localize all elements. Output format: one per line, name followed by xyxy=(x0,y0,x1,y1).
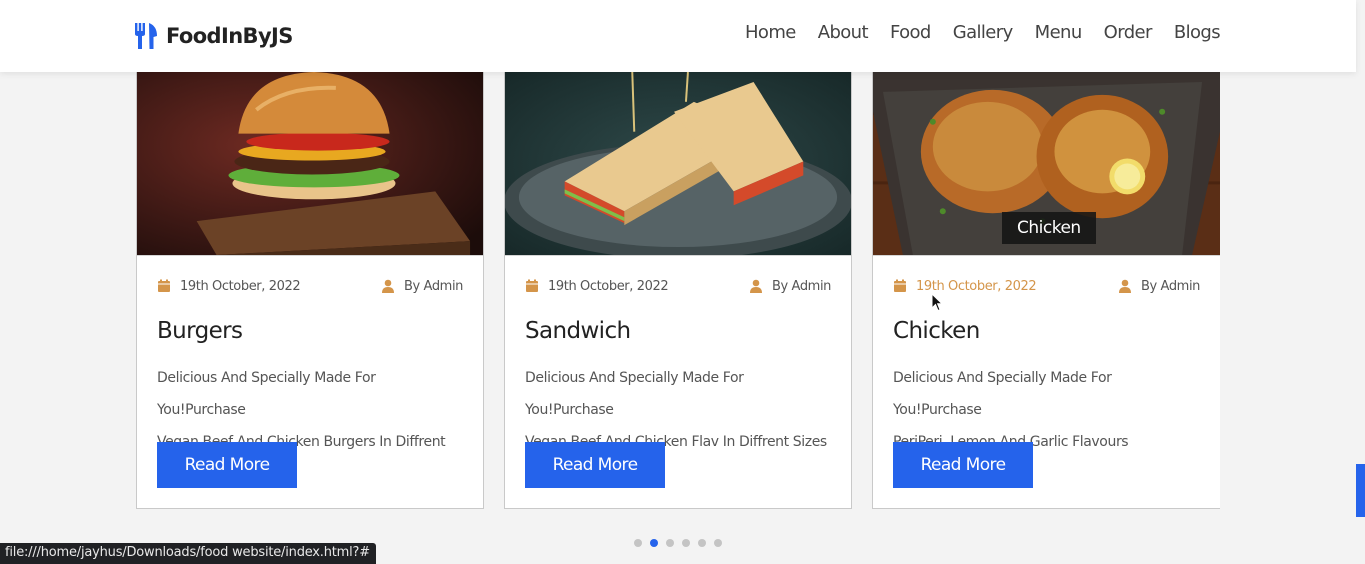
blog-card-burgers: 19th October, 2022 By Admin Burgers Deli… xyxy=(136,72,484,509)
user-icon xyxy=(750,279,763,293)
image-hover-label: Chicken xyxy=(1002,212,1096,244)
calendar-icon xyxy=(526,279,538,292)
blog-card-chicken: Chicken 19th October, 2022 By Admin Chic… xyxy=(872,72,1220,509)
pagination-dot[interactable] xyxy=(682,539,690,547)
pagination-dot[interactable] xyxy=(714,539,722,547)
scroll-to-top-button[interactable] xyxy=(1356,464,1365,517)
read-more-button[interactable]: Read More xyxy=(157,442,297,488)
browser-status-bar: file:///home/jayhus/Downloads/food websi… xyxy=(0,543,376,564)
logo-text: FoodInByJS xyxy=(166,24,293,48)
date-link[interactable]: 19th October, 2022 xyxy=(525,278,669,294)
read-more-button[interactable]: Read More xyxy=(525,442,665,488)
card-desc-line: Delicious And Specially Made For You!Pur… xyxy=(893,370,1112,418)
chicken-image: Chicken xyxy=(873,72,1220,256)
card-title: Sandwich xyxy=(525,318,631,344)
main-nav: Home About Food Gallery Menu Order Blogs xyxy=(745,22,1221,43)
author-info: By Admin xyxy=(749,279,831,294)
site-header: FoodInByJS Home About Food Gallery Menu … xyxy=(0,0,1356,72)
user-icon xyxy=(382,279,395,293)
author-info: By Admin xyxy=(381,279,463,294)
card-desc-line: Delicious And Specially Made For You!Pur… xyxy=(157,370,376,418)
blog-card-sandwich: 19th October, 2022 By Admin Sandwich Del… xyxy=(504,72,852,509)
pagination-dot[interactable] xyxy=(666,539,674,547)
card-date: 19th October, 2022 xyxy=(180,278,301,294)
card-author: By Admin xyxy=(1141,278,1200,294)
card-meta: 19th October, 2022 By Admin xyxy=(525,277,831,295)
carousel-pagination xyxy=(634,539,722,547)
nav-about[interactable]: About xyxy=(818,22,869,43)
date-link[interactable]: 19th October, 2022 xyxy=(157,278,301,294)
nav-gallery[interactable]: Gallery xyxy=(953,22,1014,43)
card-title: Chicken xyxy=(893,318,980,344)
calendar-icon xyxy=(894,279,906,292)
site-logo[interactable]: FoodInByJS xyxy=(135,22,293,50)
nav-blogs[interactable]: Blogs xyxy=(1174,22,1221,43)
card-date: 19th October, 2022 xyxy=(548,278,669,294)
pagination-dot[interactable] xyxy=(634,539,642,547)
card-date: 19th October, 2022 xyxy=(916,278,1037,294)
nav-order[interactable]: Order xyxy=(1104,22,1153,43)
author-info: By Admin xyxy=(1118,279,1200,294)
card-meta: 19th October, 2022 By Admin xyxy=(157,277,463,295)
nav-home[interactable]: Home xyxy=(745,22,796,43)
user-icon xyxy=(1119,279,1132,293)
utensils-icon xyxy=(135,23,157,49)
pagination-dot-active[interactable] xyxy=(650,539,658,547)
card-author: By Admin xyxy=(772,278,831,294)
sandwich-image xyxy=(505,72,851,256)
read-more-button[interactable]: Read More xyxy=(893,442,1033,488)
calendar-icon xyxy=(158,279,170,292)
card-author: By Admin xyxy=(404,278,463,294)
nav-food[interactable]: Food xyxy=(890,22,931,43)
burger-image xyxy=(137,72,483,256)
pagination-dot[interactable] xyxy=(698,539,706,547)
card-meta: 19th October, 2022 By Admin xyxy=(893,277,1200,295)
card-title: Burgers xyxy=(157,318,243,344)
date-link[interactable]: 19th October, 2022 xyxy=(893,278,1037,294)
card-desc-line: Delicious And Specially Made For You!Pur… xyxy=(525,370,744,418)
nav-menu[interactable]: Menu xyxy=(1035,22,1083,43)
